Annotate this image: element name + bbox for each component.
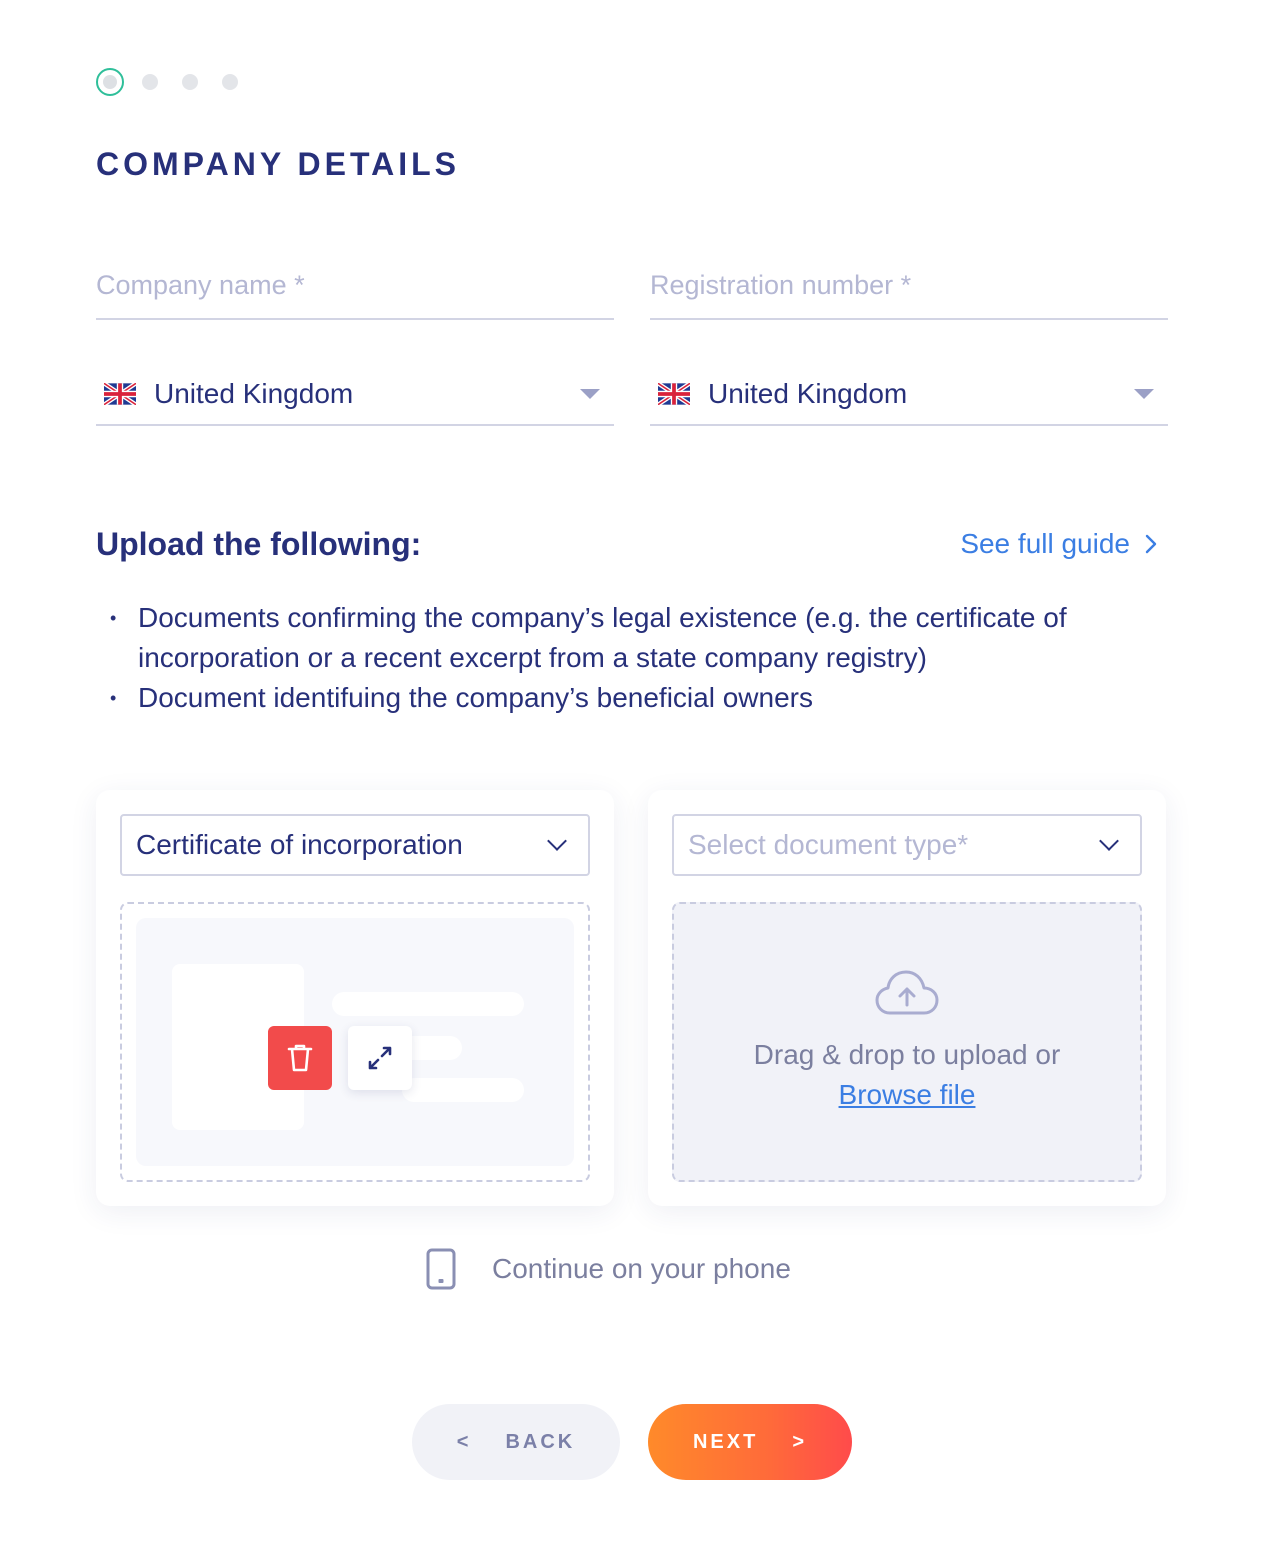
progress-stepper xyxy=(96,68,262,96)
country-value: United Kingdom xyxy=(154,378,354,409)
chevron-right-icon: > xyxy=(792,1430,808,1453)
uk-flag-icon xyxy=(104,383,136,405)
list-item: Document identifuing the company’s benef… xyxy=(110,678,1150,718)
expand-preview-button[interactable] xyxy=(348,1026,412,1090)
document-type-select[interactable]: Select document type* xyxy=(672,814,1142,876)
cloud-upload-icon xyxy=(875,970,939,1015)
country-select-left[interactable]: United Kingdom xyxy=(96,364,614,426)
chevron-left-icon: < xyxy=(456,1430,472,1453)
step-4 xyxy=(222,74,238,90)
chevron-right-icon xyxy=(1145,534,1157,554)
browse-file-link[interactable]: Browse file xyxy=(839,1075,976,1115)
document-preview xyxy=(136,918,574,1166)
document-type-value: Certificate of incorporation xyxy=(136,829,463,860)
page-title: COMPANY DETAILS xyxy=(96,146,461,182)
next-label: NEXT xyxy=(692,1430,759,1453)
guide-link-label: See full guide xyxy=(960,528,1130,559)
file-drop-zone[interactable]: Drag & drop to upload or Browse file xyxy=(672,902,1142,1182)
registration-number-field xyxy=(650,270,1168,320)
upload-card-empty: Select document type* Drag & drop to upl… xyxy=(648,790,1166,1206)
caret-down-icon xyxy=(1134,389,1154,399)
country-select-right[interactable]: United Kingdom xyxy=(650,364,1168,426)
requirements-list: Documents confirming the company’s legal… xyxy=(110,598,1150,718)
next-button[interactable]: NEXT > xyxy=(648,1404,852,1480)
step-1-active xyxy=(96,68,124,96)
trash-icon xyxy=(287,1044,313,1072)
continue-on-phone-link[interactable]: Continue on your phone xyxy=(426,1248,791,1290)
chevron-down-icon xyxy=(1099,831,1119,851)
company-name-field xyxy=(96,270,614,320)
preview-line-placeholder xyxy=(402,1078,524,1102)
company-name-input[interactable] xyxy=(96,270,614,311)
expand-icon xyxy=(368,1046,392,1070)
caret-down-icon xyxy=(580,389,600,399)
document-type-select[interactable]: Certificate of incorporation xyxy=(120,814,590,876)
list-item: Documents confirming the company’s legal… xyxy=(110,598,1150,678)
step-2 xyxy=(142,74,158,90)
registration-number-input[interactable] xyxy=(650,270,1168,311)
phone-icon xyxy=(426,1248,456,1290)
upload-heading: Upload the following: xyxy=(96,526,422,562)
uploaded-file-area xyxy=(120,902,590,1182)
continue-on-phone-label: Continue on your phone xyxy=(492,1253,791,1284)
chevron-down-icon xyxy=(547,831,567,851)
see-full-guide-link[interactable]: See full guide xyxy=(960,528,1158,560)
uk-flag-icon xyxy=(658,383,690,405)
drop-instructions: Drag & drop to upload or xyxy=(753,1039,1061,1070)
back-label: BACK xyxy=(505,1430,576,1453)
document-type-placeholder: Select document type* xyxy=(688,829,969,860)
preview-line-placeholder xyxy=(332,992,524,1016)
delete-file-button[interactable] xyxy=(268,1026,332,1090)
back-button[interactable]: < BACK xyxy=(412,1404,620,1480)
step-3 xyxy=(182,74,198,90)
upload-card-filled: Certificate of incorporation xyxy=(96,790,614,1206)
country-value: United Kingdom xyxy=(708,378,908,409)
